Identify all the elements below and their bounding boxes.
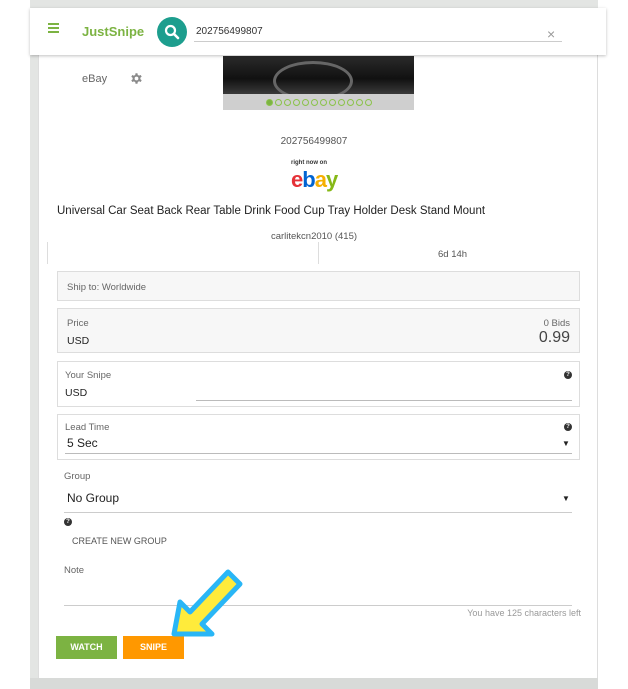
carousel-dot[interactable] [364, 98, 372, 106]
price-box: Price USD 0 Bids 0.99 [57, 308, 580, 353]
item-title: Universal Car Seat Back Rear Table Drink… [57, 205, 486, 217]
image-carousel-dots [223, 94, 414, 110]
chevron-down-icon[interactable]: ▼ [562, 439, 570, 448]
chevron-down-icon[interactable]: ▼ [562, 494, 570, 503]
snipe-currency: USD [65, 387, 88, 399]
your-snipe-label: Your Snipe [65, 370, 112, 381]
note-input[interactable] [64, 605, 572, 606]
seller-info: carlitekcn2010 (415) [270, 231, 358, 242]
search-button[interactable] [157, 17, 187, 47]
top-bar: JustSnipe × [30, 8, 606, 55]
help-icon[interactable]: ? [564, 423, 572, 431]
select-underline [65, 453, 572, 454]
watch-button[interactable]: WATCH [56, 636, 117, 659]
your-snipe-box: Your Snipe USD ? [57, 361, 580, 407]
gear-icon[interactable] [129, 71, 144, 86]
carousel-dot[interactable] [310, 98, 318, 106]
bid-count: 0 Bids [543, 318, 570, 329]
price-label: Price [67, 318, 89, 329]
select-underline [64, 512, 572, 513]
ship-to-text: Ship to: Worldwide [67, 282, 147, 293]
carousel-dot[interactable] [274, 98, 282, 106]
help-icon[interactable]: ? [64, 518, 72, 526]
time-left: 6d 14h [438, 249, 468, 260]
search-icon [164, 24, 180, 40]
price-amount: 0.99 [538, 329, 570, 346]
clear-search-icon[interactable]: × [547, 26, 555, 42]
group-select[interactable]: No Group [67, 491, 119, 505]
carousel-dot[interactable] [319, 98, 327, 106]
arrow-pointer-icon [171, 569, 243, 637]
ebay-logo: right now on ebay [291, 160, 338, 192]
carousel-dot[interactable] [355, 98, 363, 106]
carousel-dot[interactable] [328, 98, 336, 106]
carousel-dot[interactable] [265, 98, 273, 106]
brand-logo[interactable]: JustSnipe [82, 24, 144, 39]
snipe-amount-input[interactable] [196, 400, 572, 401]
note-label: Note [64, 565, 85, 576]
group-label: Group [64, 471, 91, 482]
lead-time-select[interactable]: 5 Sec [67, 436, 98, 450]
search-input[interactable] [194, 22, 562, 42]
item-id: 202756499807 [280, 136, 348, 147]
help-icon[interactable]: ? [564, 371, 572, 379]
site-label: eBay [82, 73, 108, 85]
create-new-group-link[interactable]: CREATE NEW GROUP [72, 536, 167, 546]
ebay-tagline: right now on [291, 160, 327, 166]
menu-icon[interactable] [48, 23, 59, 33]
carousel-dot[interactable] [283, 98, 291, 106]
divider [318, 242, 319, 264]
characters-left: You have 125 characters left [467, 608, 581, 618]
ship-to-box: Ship to: Worldwide [57, 271, 580, 301]
price-currency: USD [67, 335, 90, 347]
lead-time-label: Lead Time [65, 422, 110, 433]
carousel-dot[interactable] [346, 98, 354, 106]
lead-time-box: Lead Time ? 5 Sec ▼ [57, 414, 580, 460]
bottom-strip [30, 678, 598, 689]
product-image[interactable] [223, 56, 414, 94]
divider [47, 242, 48, 264]
carousel-dot[interactable] [337, 98, 345, 106]
carousel-dot[interactable] [301, 98, 309, 106]
carousel-dot[interactable] [292, 98, 300, 106]
